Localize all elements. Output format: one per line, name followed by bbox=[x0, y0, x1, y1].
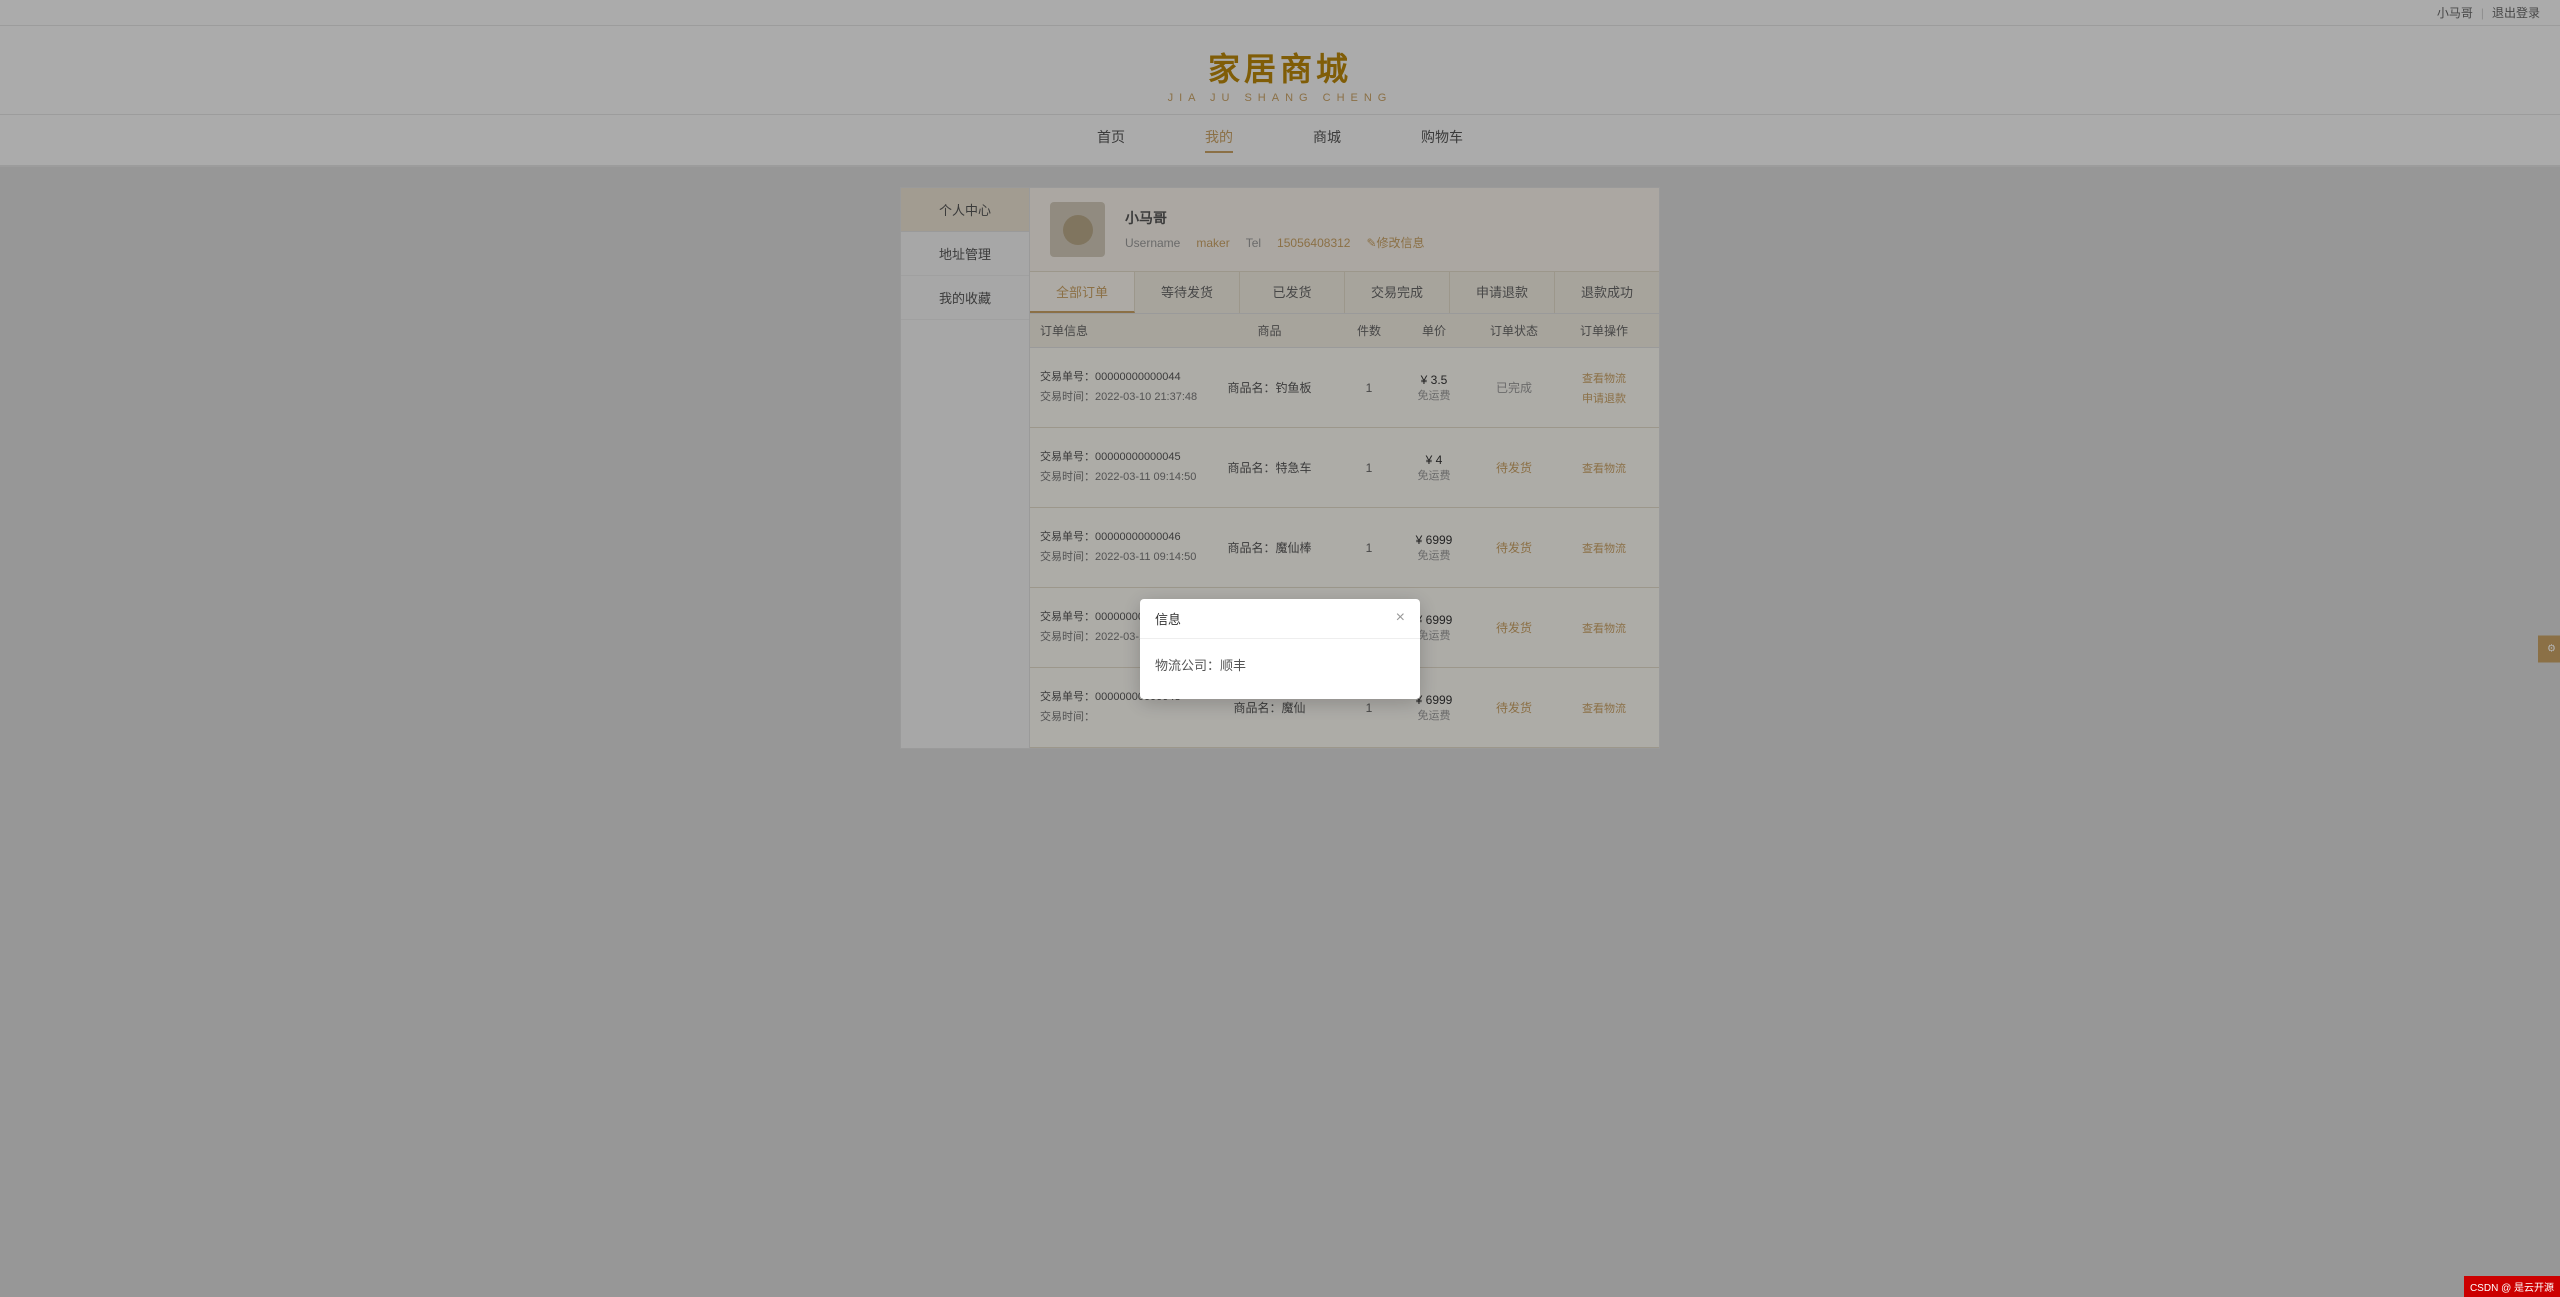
csdn-badge: CSDN @ 是云开源 bbox=[2464, 1276, 2560, 1297]
modal-box: 信息 × 物流公司：顺丰 bbox=[1140, 599, 1420, 699]
modal-body: 物流公司：顺丰 bbox=[1140, 639, 1420, 699]
modal-title: 信息 bbox=[1155, 609, 1181, 628]
modal-content: 物流公司：顺丰 bbox=[1155, 658, 1246, 673]
modal-header: 信息 × bbox=[1140, 599, 1420, 639]
modal-close-button[interactable]: × bbox=[1396, 610, 1405, 626]
modal-overlay[interactable]: 信息 × 物流公司：顺丰 bbox=[0, 0, 2560, 1297]
